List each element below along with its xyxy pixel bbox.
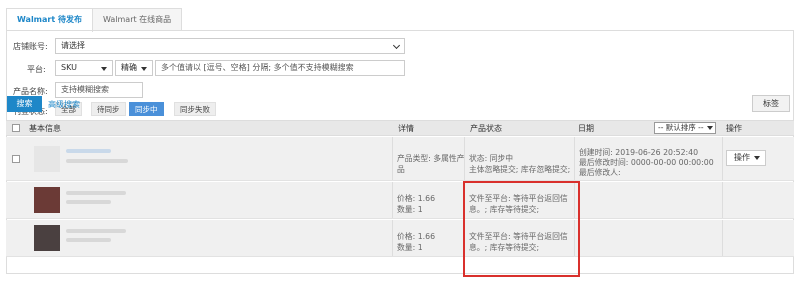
tag-button[interactable]: 标签 xyxy=(752,95,790,112)
column-divider xyxy=(574,137,575,180)
row-operation-label: 操作 xyxy=(734,153,750,162)
table-row: 价格: 1.66 数量: 1 文件至平台: 等待平台返回信 息。; 库存等待提交… xyxy=(6,220,794,257)
status-filter-pending-sync[interactable]: 待同步 xyxy=(91,102,126,116)
tab-bar: Walmart 待发布 Walmart 在线商品 xyxy=(6,8,183,32)
header-date: 日期 xyxy=(578,124,594,133)
column-divider xyxy=(392,182,393,218)
caret-down-icon xyxy=(141,67,147,71)
platform-field-select[interactable]: SKU xyxy=(55,60,113,76)
variant-sku-blurred xyxy=(66,200,111,204)
caret-down-icon xyxy=(101,67,107,71)
tab-walmart-pending[interactable]: Walmart 待发布 xyxy=(6,8,93,32)
row-status-line1: 状态: 同步中 xyxy=(469,154,514,163)
caret-down-icon xyxy=(707,126,713,130)
table-header: 基本信息 详情 产品状态 日期 -- 默认排序 -- 操作 xyxy=(6,120,794,136)
platform-label: 平台: xyxy=(27,65,46,74)
platform-search-input[interactable]: 多个值请以 [逗号、空格] 分隔; 多个值不支持模糊搜索 xyxy=(155,60,405,76)
product-sku-blurred xyxy=(66,159,128,163)
status-filter-sync-failed[interactable]: 同步失败 xyxy=(174,102,216,116)
table-row: 价格: 1.66 数量: 1 文件至平台: 等待平台返回信 息。; 库存等待提交… xyxy=(6,182,794,219)
variant-title-blurred xyxy=(66,229,126,233)
advanced-search-link[interactable]: 高级搜索 xyxy=(48,99,80,110)
sort-select-value: -- 默认排序 -- xyxy=(658,123,704,132)
row-detail-line1: 产品类型: 多属性产 xyxy=(397,154,465,163)
variant-title-blurred xyxy=(66,191,126,195)
caret-down-icon xyxy=(754,156,760,160)
product-thumbnail xyxy=(34,146,60,172)
row-checkbox[interactable] xyxy=(12,155,20,163)
variant-thumbnail xyxy=(34,187,60,213)
header-product-status: 产品状态 xyxy=(470,124,502,133)
column-divider xyxy=(722,182,723,218)
header-detail: 详情 xyxy=(398,124,414,133)
header-basic-info: 基本信息 xyxy=(29,124,61,133)
store-select[interactable]: 请选择 xyxy=(55,38,405,54)
store-select-value: 请选择 xyxy=(61,41,85,50)
variant-thumbnail xyxy=(34,225,60,251)
match-mode-value: 精确 xyxy=(121,63,137,72)
table-row: 产品类型: 多属性产 品 状态: 同步中 主体忽略提交; 库存忽略提交; 创建时… xyxy=(6,137,794,181)
product-name-placeholder: 支持模糊搜索 xyxy=(61,85,109,94)
variant-price: 价格: 1.66 xyxy=(397,232,436,241)
variant-quantity: 数量: 1 xyxy=(397,205,423,214)
variant-quantity: 数量: 1 xyxy=(397,243,423,252)
column-divider xyxy=(722,137,723,180)
tab-walmart-online[interactable]: Walmart 在线商品 xyxy=(91,8,183,31)
store-label: 店铺账号: xyxy=(13,42,48,51)
search-button[interactable]: 搜索 xyxy=(7,96,42,112)
column-divider xyxy=(722,220,723,256)
platform-search-placeholder: 多个值请以 [逗号、空格] 分隔; 多个值不支持模糊搜索 xyxy=(161,63,354,72)
chevron-down-icon xyxy=(392,41,401,50)
sort-select[interactable]: -- 默认排序 -- xyxy=(654,122,716,134)
highlight-annotation-box xyxy=(463,181,580,277)
header-operation: 操作 xyxy=(726,124,742,133)
row-operation-button[interactable]: 操作 xyxy=(726,150,766,166)
match-mode-select[interactable]: 精确 xyxy=(115,60,153,76)
column-divider xyxy=(392,220,393,256)
platform-field-value: SKU xyxy=(61,63,77,72)
variant-sku-blurred xyxy=(66,238,111,242)
row-modified-by: 最后修改人: xyxy=(579,168,621,177)
product-name-input[interactable]: 支持模糊搜索 xyxy=(55,82,143,98)
variant-price: 价格: 1.66 xyxy=(397,194,436,203)
row-status-line2: 主体忽略提交; 库存忽略提交; xyxy=(469,165,571,174)
row-detail-line2: 品 xyxy=(397,165,405,174)
column-divider xyxy=(392,137,393,180)
product-title-blurred xyxy=(66,149,111,153)
status-filter-syncing[interactable]: 同步中 xyxy=(129,102,164,116)
select-all-checkbox[interactable] xyxy=(12,124,20,132)
